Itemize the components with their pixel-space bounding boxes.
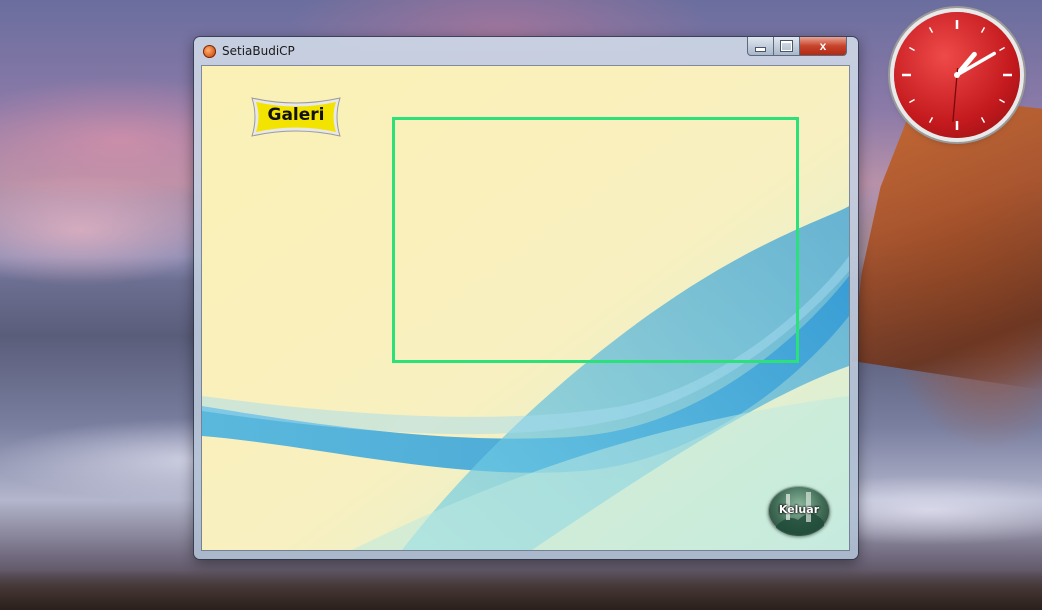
caption-buttons: x [747, 37, 847, 57]
client-area: Galeri Keluar [202, 66, 849, 550]
clock-tick [999, 46, 1006, 52]
clock-tick [980, 26, 986, 33]
close-icon: x [819, 39, 827, 53]
app-icon[interactable] [203, 45, 216, 58]
clock-tick [999, 98, 1006, 104]
clock-center-pin [954, 72, 960, 78]
maximize-icon [781, 41, 792, 51]
window-title: SetiaBudiCP [222, 44, 295, 58]
gallery-badge[interactable]: Galeri [248, 94, 344, 140]
gallery-frame [392, 117, 799, 363]
clock-tick [980, 117, 986, 124]
clock-gadget[interactable] [894, 12, 1020, 138]
close-button[interactable]: x [800, 37, 847, 56]
maximize-button[interactable] [774, 37, 800, 56]
exit-button[interactable]: Keluar [768, 486, 830, 536]
clock-tick [928, 117, 934, 124]
wallpaper-cliff [852, 100, 1042, 390]
exit-label: Keluar [778, 503, 820, 516]
gallery-label: Galeri [267, 105, 325, 125]
clock-face [902, 20, 1012, 130]
clock-minute-hand [955, 51, 996, 77]
clock-tick [908, 98, 915, 104]
app-window[interactable]: SetiaBudiCP x Galeri Keluar [194, 37, 858, 559]
title-bar[interactable]: SetiaBudiCP x [194, 37, 858, 65]
wallpaper-rocks [0, 570, 1042, 610]
clock-tick [908, 46, 915, 52]
minimize-icon [756, 47, 765, 51]
minimize-button[interactable] [747, 37, 774, 56]
clock-tick [928, 26, 934, 33]
